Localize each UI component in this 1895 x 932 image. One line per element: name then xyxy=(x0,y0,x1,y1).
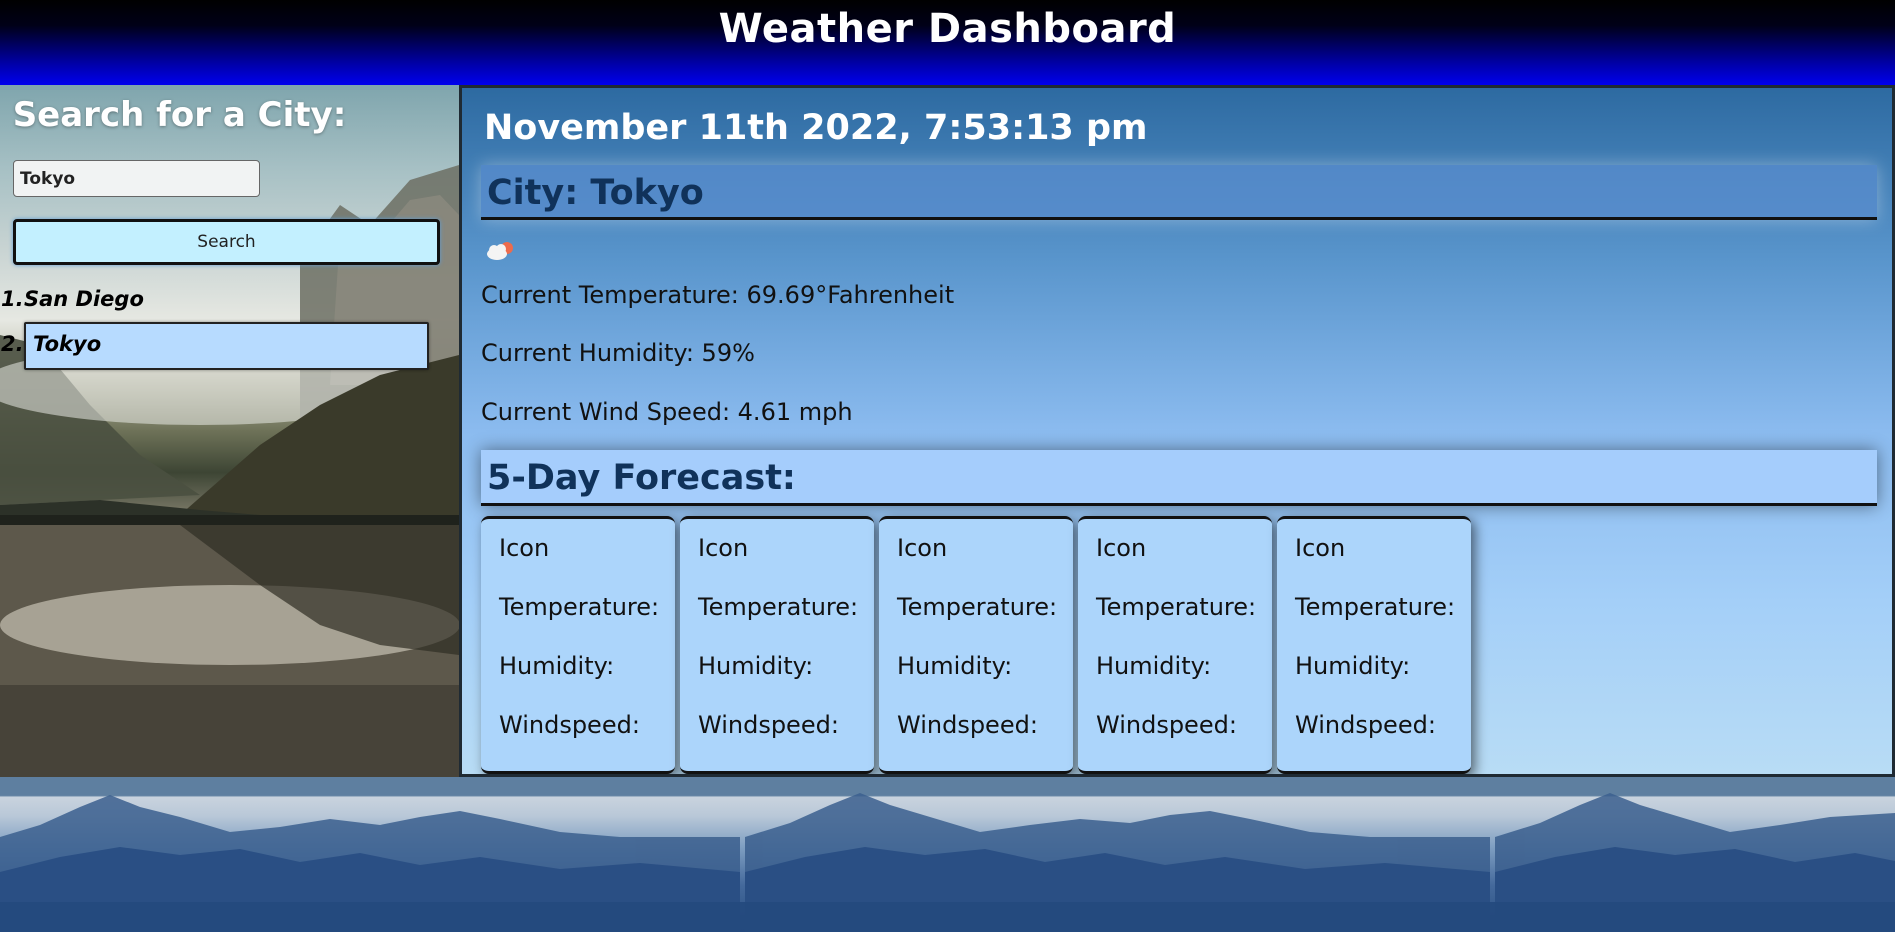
partly-cloudy-night-icon xyxy=(484,239,518,267)
forecast-card: Icon Temperature: Humidity: Windspeed: xyxy=(1277,516,1471,774)
forecast-windspeed: Windspeed: xyxy=(1096,711,1237,739)
forecast-windspeed: Windspeed: xyxy=(698,711,839,739)
history-item-city[interactable]: San Diego xyxy=(24,287,144,311)
forecast-card: Icon Temperature: Humidity: Windspeed: xyxy=(680,516,874,774)
forecast-humidity: Humidity: xyxy=(897,652,1013,680)
mountain-footer-banner xyxy=(0,777,1895,932)
forecast-humidity: Humidity: xyxy=(698,652,814,680)
forecast-heading: 5-Day Forecast: xyxy=(481,450,1877,506)
current-datetime: November 11th 2022, 7:53:13 pm xyxy=(484,108,1148,148)
page-title: Weather Dashboard xyxy=(718,6,1177,52)
history-item-city[interactable]: Tokyo xyxy=(24,322,429,370)
forecast-icon-label: Icon xyxy=(499,534,550,562)
search-history-list: 1. San Diego 2. Tokyo xyxy=(0,279,459,372)
history-item-active[interactable]: 2. Tokyo xyxy=(0,322,459,372)
search-sidebar: Search for a City: Search 1. San Diego 2… xyxy=(0,85,459,777)
current-temperature: Current Temperature: 69.69°Fahrenheit xyxy=(481,281,955,309)
forecast-icon-label: Icon xyxy=(1096,534,1147,562)
mountain-range-image xyxy=(0,793,1895,932)
forecast-icon-label: Icon xyxy=(897,534,948,562)
forecast-card: Icon Temperature: Humidity: Windspeed: xyxy=(879,516,1073,774)
forecast-humidity: Humidity: xyxy=(1096,652,1212,680)
search-button[interactable]: Search xyxy=(13,219,440,265)
forecast-temperature: Temperature: xyxy=(698,593,859,621)
forecast-temperature: Temperature: xyxy=(1096,593,1257,621)
city-search-input[interactable] xyxy=(13,160,260,197)
forecast-humidity: Humidity: xyxy=(1295,652,1411,680)
forecast-windspeed: Windspeed: xyxy=(897,711,1038,739)
forecast-icon-label: Icon xyxy=(1295,534,1346,562)
forecast-card: Icon Temperature: Humidity: Windspeed: xyxy=(481,516,675,774)
search-title: Search for a City: xyxy=(12,95,347,135)
forecast-humidity: Humidity: xyxy=(499,652,615,680)
forecast-card: Icon Temperature: Humidity: Windspeed: xyxy=(1078,516,1272,774)
app-header: Weather Dashboard xyxy=(0,0,1895,85)
forecast-windspeed: Windspeed: xyxy=(499,711,640,739)
history-item[interactable]: 1. San Diego xyxy=(0,279,459,321)
current-wind-speed: Current Wind Speed: 4.61 mph xyxy=(481,398,853,426)
forecast-temperature: Temperature: xyxy=(897,593,1058,621)
forecast-temperature: Temperature: xyxy=(1295,593,1456,621)
current-humidity: Current Humidity: 59% xyxy=(481,339,755,367)
forecast-windspeed: Windspeed: xyxy=(1295,711,1436,739)
city-heading: City: Tokyo xyxy=(481,165,1877,220)
history-item-number: 1. xyxy=(1,287,24,311)
history-item-number: 2. xyxy=(1,332,24,356)
weather-panel: November 11th 2022, 7:53:13 pm City: Tok… xyxy=(459,85,1895,777)
forecast-temperature: Temperature: xyxy=(499,593,660,621)
forecast-icon-label: Icon xyxy=(698,534,749,562)
